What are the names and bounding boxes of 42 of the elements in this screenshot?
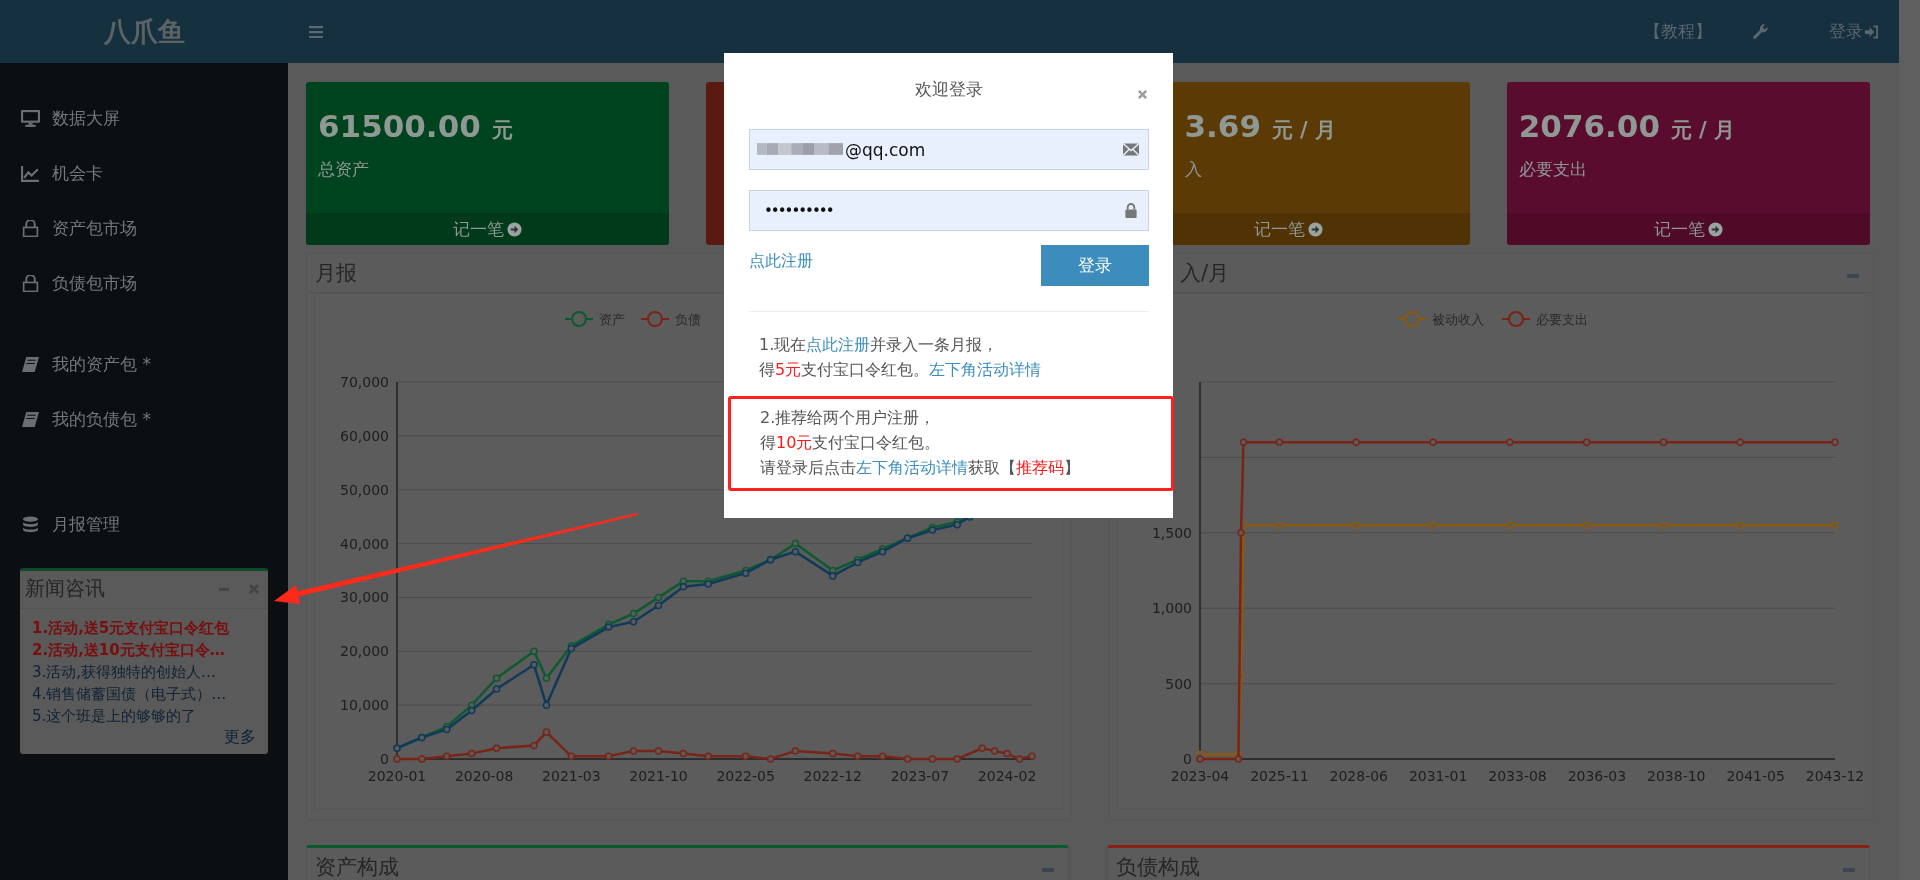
- axis-label: 40,000: [340, 535, 389, 552]
- note-text: 请登录后点击左下角活动详情获取【推荐码】: [760, 457, 1081, 479]
- axis-label: 1,500: [1151, 524, 1192, 541]
- axis-label: 2021-03: [542, 768, 601, 784]
- stat-label: 入: [1184, 158, 1203, 181]
- axis-label: 2023-04: [1170, 768, 1230, 784]
- stat-label: 必要支出: [1518, 158, 1588, 181]
- axis-label: 50,000: [340, 481, 389, 498]
- note-text: 得10元支付宝口令红包。: [760, 432, 942, 454]
- axis-label: 2041-05: [1726, 768, 1785, 784]
- dialog-title: 欢迎登录: [915, 77, 983, 101]
- axis-label: 2031-01: [1408, 768, 1468, 784]
- axis-label: 2022-05: [716, 768, 775, 784]
- axis-label: 10,000: [340, 697, 389, 714]
- logo-text: 八爪鱼: [103, 14, 185, 49]
- axis-label: 2020-01: [367, 768, 427, 784]
- axis-label: 0: [1183, 751, 1192, 767]
- axis-label: 30,000: [340, 589, 389, 606]
- note-text: 得5元支付宝口令红包。左下角活动详情: [759, 359, 1043, 381]
- axis-label: 20,000: [340, 643, 389, 660]
- axis-label: 2028-06: [1329, 768, 1388, 784]
- axis-label: 2023-07: [890, 768, 950, 784]
- stat-value: 3.69 元 / 月: [1184, 108, 1338, 144]
- note-text: 2.推荐给两个用户注册，: [760, 407, 937, 429]
- axis-label: 2024-02: [977, 768, 1037, 784]
- axis-label: 2036-03: [1567, 768, 1627, 784]
- axis-label: 2020-08: [454, 768, 514, 784]
- axis-label: 2033-08: [1488, 768, 1547, 784]
- stat-value: 61500.00 元: [318, 108, 514, 144]
- axis-label: 2021-10: [629, 768, 688, 784]
- stat-label: 总资产: [318, 158, 370, 181]
- axis-label: 500: [1165, 675, 1192, 692]
- axis-label: 2022-12: [803, 768, 863, 784]
- axis-label: 2043-12: [1805, 768, 1865, 784]
- stat-value: 2076.00 元 / 月: [1518, 108, 1737, 144]
- note-text: 1.现在点此注册并录入一条月报，: [759, 334, 1000, 356]
- axis-label: 70,000: [340, 374, 389, 390]
- axis-label: 60,000: [340, 427, 389, 444]
- axis-label: 1,000: [1151, 600, 1192, 617]
- axis-label: 2025-11: [1250, 768, 1309, 784]
- axis-label: 0: [380, 751, 389, 767]
- axis-label: 2038-10: [1647, 768, 1706, 784]
